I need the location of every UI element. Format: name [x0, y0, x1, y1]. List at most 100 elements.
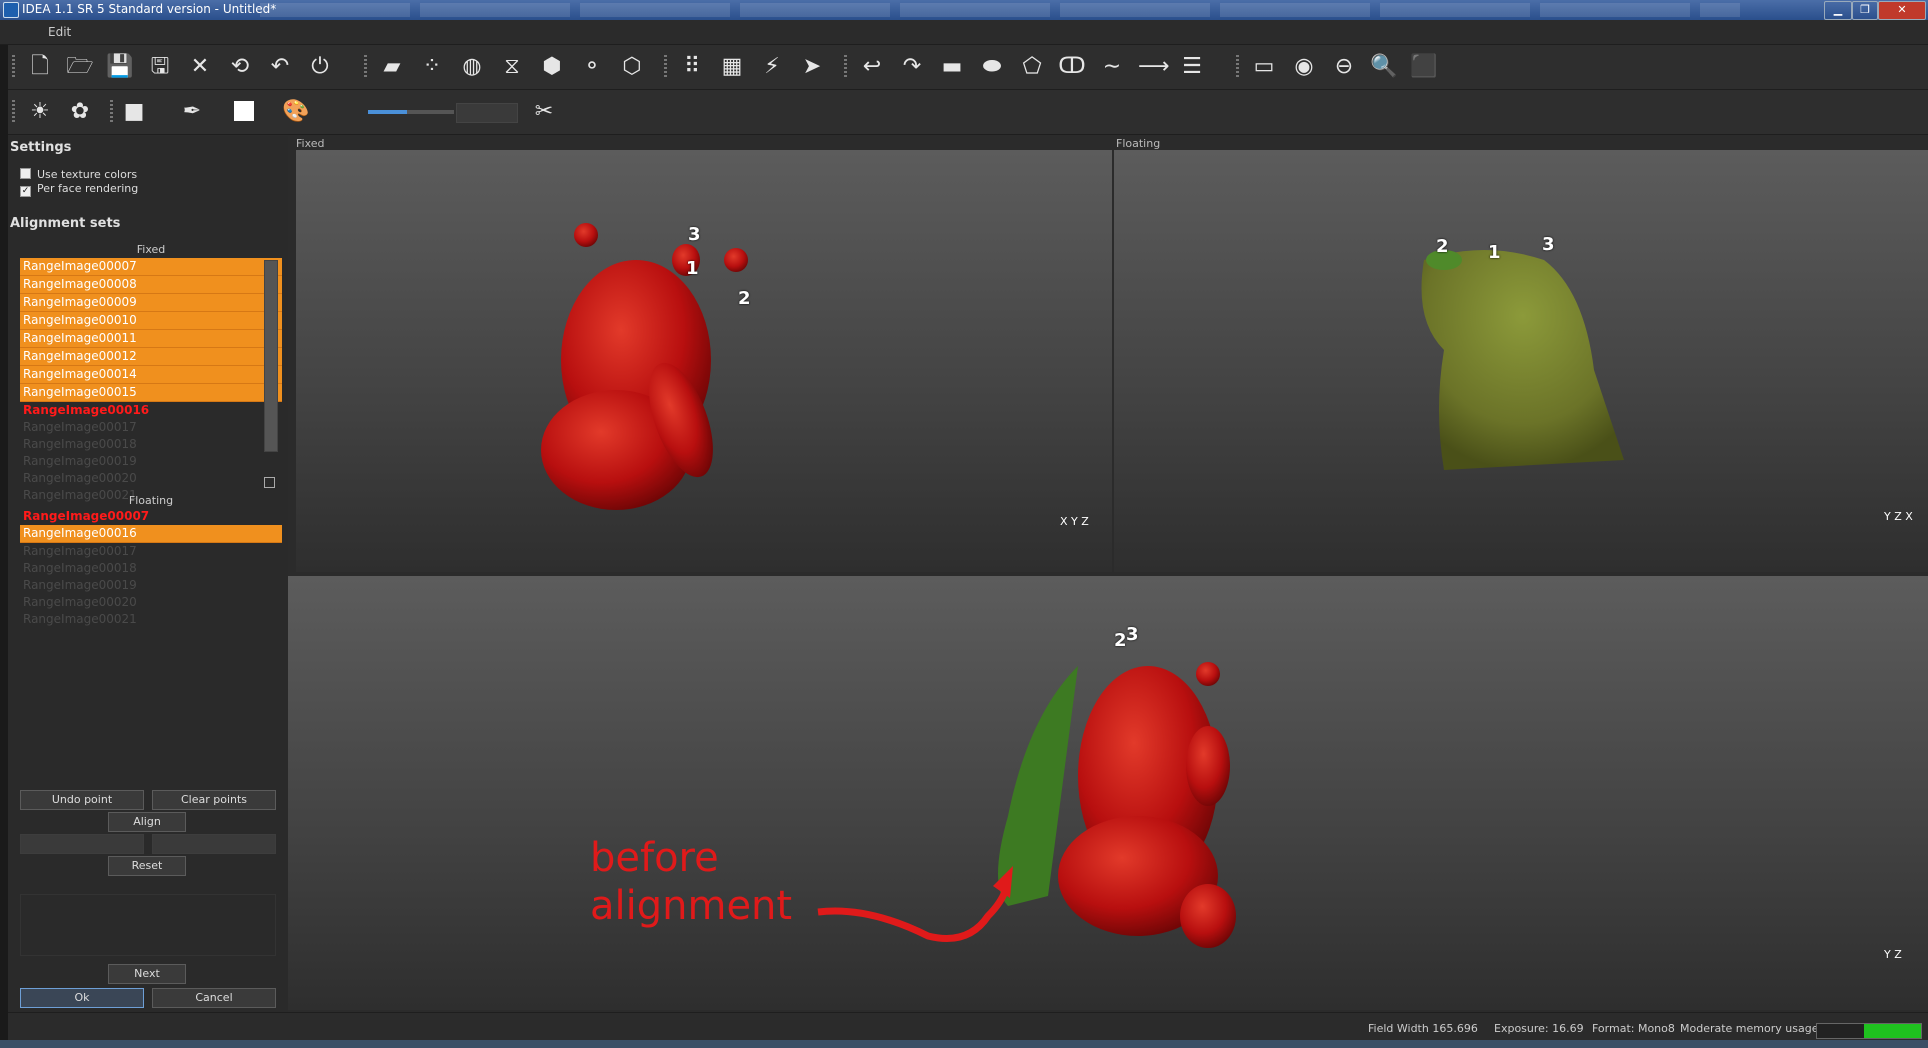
alignment-sets-title: Alignment sets: [10, 216, 121, 231]
app-icon[interactable]: [3, 2, 19, 18]
save-as-icon[interactable]: 🖫: [146, 53, 174, 81]
sphere-icon[interactable]: ◉: [1290, 53, 1318, 81]
ok-button[interactable]: Ok: [20, 988, 144, 1008]
reset-button[interactable]: Reset: [108, 856, 186, 876]
undo-icon[interactable]: ↶: [266, 53, 294, 81]
align-button[interactable]: Align: [108, 812, 186, 832]
toolbar-separator: [364, 55, 367, 79]
maximize-icon[interactable]: ❐: [1852, 1, 1878, 20]
lasso-icon[interactable]: ↀ: [1058, 53, 1086, 81]
new-file-icon[interactable]: 🗋: [26, 53, 54, 81]
plane-icon[interactable]: ⊖: [1330, 53, 1358, 81]
floating-item[interactable]: RangeImage00021: [20, 611, 282, 628]
fixed-item[interactable]: RangeImage00015: [20, 384, 282, 402]
panel-icon[interactable]: ▭: [1250, 53, 1278, 81]
fixed-label: Fixed: [136, 243, 166, 256]
rectangle-icon[interactable]: ▬: [938, 53, 966, 81]
zoom-icon[interactable]: 🔍: [1370, 53, 1398, 81]
fixed-list[interactable]: RangeImage00007 RangeImage00008 RangeImage…: [20, 258, 282, 504]
fixed-item[interactable]: RangeImage00016: [20, 402, 282, 419]
fixed-item[interactable]: RangeImage00020: [20, 470, 282, 487]
floating-item[interactable]: RangeImage00019: [20, 577, 282, 594]
cube-icon[interactable]: ⬛: [1410, 53, 1438, 81]
fixed-point-2: 2: [738, 288, 751, 309]
grid-sparse-icon[interactable]: ⠿: [678, 53, 706, 81]
pen-icon[interactable]: ✒: [178, 98, 206, 126]
floating-viewport-label: Floating: [1116, 137, 1161, 150]
points-icon[interactable]: ⁘: [418, 53, 446, 81]
filter-icon[interactable]: ⧖: [498, 53, 526, 81]
use-texture-label: Use texture colors: [37, 168, 138, 181]
fixed-scrollbar[interactable]: [264, 260, 278, 452]
texture-icon[interactable]: ✿: [66, 98, 94, 126]
line-icon[interactable]: ∼: [1098, 53, 1126, 81]
merged-viewport[interactable]: 2 3 before alignment Y Z: [288, 576, 1928, 1010]
merge-icon[interactable]: ⬢: [538, 53, 566, 81]
floating-list[interactable]: RangeImage00007 RangeImage00016 RangeImage…: [20, 508, 282, 628]
cancel-button[interactable]: Cancel: [152, 988, 276, 1008]
floating-item[interactable]: RangeImage00020: [20, 594, 282, 611]
clear-points-button[interactable]: Clear points: [152, 790, 276, 810]
close-icon[interactable]: ✕: [186, 53, 214, 81]
menu-edit[interactable]: Edit: [48, 25, 71, 39]
toolbar-grip[interactable]: [12, 55, 15, 79]
globe-icon[interactable]: ◍: [458, 53, 486, 81]
point-size-field[interactable]: [456, 103, 518, 123]
fixed-item[interactable]: RangeImage00012: [20, 348, 282, 366]
grid-dense-icon[interactable]: ▦: [718, 53, 746, 81]
fixed-item[interactable]: RangeImage00018: [20, 436, 282, 453]
checkbox-box[interactable]: ✓: [20, 186, 31, 197]
minimize-icon[interactable]: ▁: [1824, 1, 1852, 20]
fixed-item[interactable]: RangeImage00007: [20, 258, 282, 276]
fixed-item[interactable]: RangeImage00014: [20, 366, 282, 384]
fixed-model: [541, 223, 748, 510]
settings-title: Settings: [10, 140, 72, 155]
palette-icon[interactable]: 🎨: [282, 98, 310, 126]
fixed-item[interactable]: RangeImage00010: [20, 312, 282, 330]
polygon-icon[interactable]: ⬠: [1018, 53, 1046, 81]
open-folder-icon[interactable]: 🗁: [66, 53, 94, 81]
line-arrow-icon[interactable]: ⟶: [1138, 53, 1170, 81]
split-icon[interactable]: ⚬: [578, 53, 606, 81]
undo-point-button[interactable]: Undo point: [20, 790, 144, 810]
hook-icon[interactable]: ↩: [858, 53, 886, 81]
window-title: IDEA 1.1 SR 5 Standard version - Untitle…: [22, 2, 277, 16]
fixed-item[interactable]: RangeImage00017: [20, 419, 282, 436]
ellipse-icon[interactable]: ⬬: [978, 53, 1006, 81]
floating-item[interactable]: RangeImage00016: [20, 525, 282, 543]
light-icon[interactable]: ☀: [26, 98, 54, 126]
fixed-viewport[interactable]: 1 2 3 X Y Z: [296, 150, 1112, 572]
floating-item[interactable]: RangeImage00018: [20, 560, 282, 577]
toolbar-grip[interactable]: [12, 100, 15, 124]
curve-icon[interactable]: ↷: [898, 53, 926, 81]
use-texture-checkbox[interactable]: Use texture colors: [20, 168, 137, 181]
floating-item[interactable]: RangeImage00007: [20, 508, 282, 525]
save-icon[interactable]: 💾: [106, 53, 134, 81]
fixed-item[interactable]: RangeImage00011: [20, 330, 282, 348]
power-icon[interactable]: ⏻: [306, 53, 334, 81]
wand-icon[interactable]: ⚡: [758, 53, 786, 81]
point-size-slider[interactable]: [368, 110, 454, 114]
floating-viewport[interactable]: 2 1 3 Y Z X: [1114, 150, 1928, 572]
fixed-item[interactable]: RangeImage00019: [20, 453, 282, 470]
close-window-icon[interactable]: ✕: [1878, 1, 1926, 20]
fixed-toggle-box[interactable]: [264, 477, 275, 488]
fixed-point-3: 3: [688, 224, 701, 245]
merged-axis-gizmo: Y Z: [1884, 948, 1902, 961]
fixed-item[interactable]: RangeImage00008: [20, 276, 282, 294]
mesh-icon[interactable]: ▰: [378, 53, 406, 81]
fixed-item[interactable]: RangeImage00009: [20, 294, 282, 312]
merged-point-3: 3: [1126, 624, 1139, 645]
color-swatch-icon[interactable]: [230, 98, 258, 126]
floating-item[interactable]: RangeImage00017: [20, 543, 282, 560]
per-face-checkbox[interactable]: ✓ Per face rendering: [20, 182, 138, 197]
square-icon[interactable]: ■: [120, 98, 148, 126]
next-button[interactable]: Next: [108, 964, 186, 984]
checkbox-box[interactable]: [20, 168, 31, 179]
arrow-right-icon[interactable]: ➤: [798, 53, 826, 81]
hexagon-icon[interactable]: ⬡: [618, 53, 646, 81]
list-icon[interactable]: ☰: [1178, 53, 1206, 81]
annotation-text: before alignment: [590, 834, 792, 930]
rotate-icon[interactable]: ⟲: [226, 53, 254, 81]
tools-icon[interactable]: ✂: [530, 98, 558, 126]
